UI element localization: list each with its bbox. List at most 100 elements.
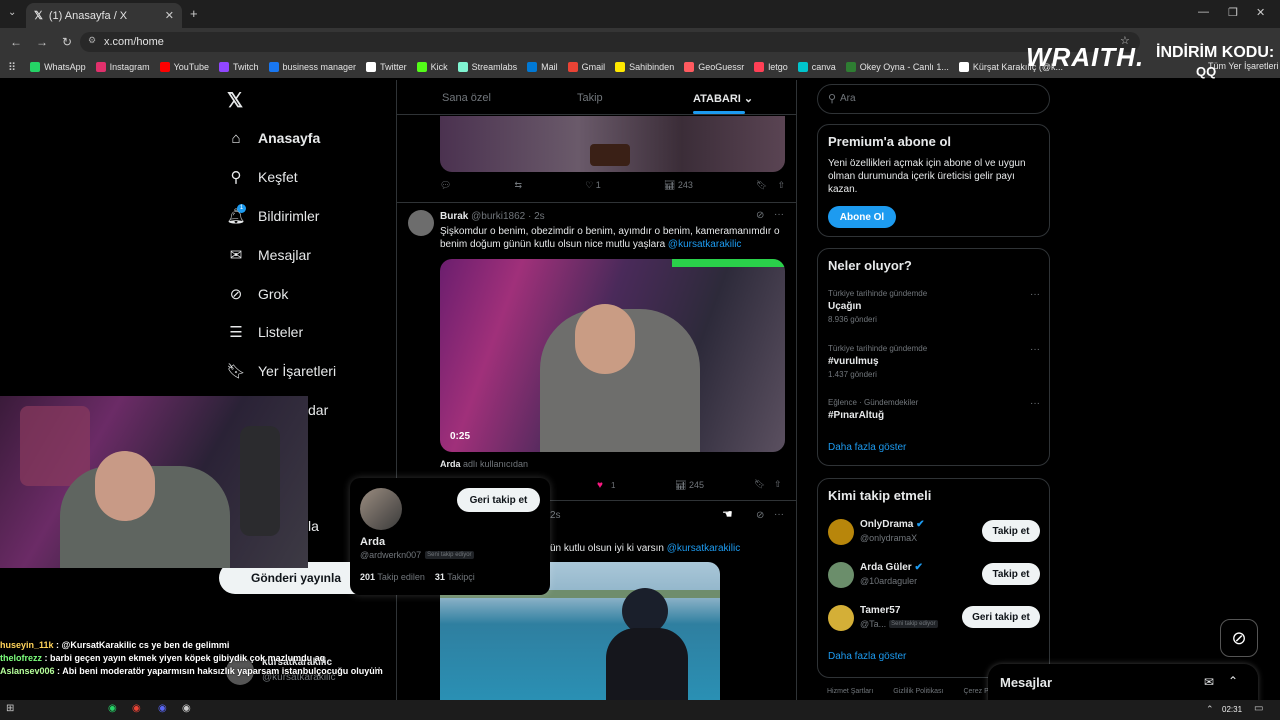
share-icon[interactable]: ⇧ [774,479,782,490]
tab-for-you[interactable]: Sana özel [442,92,491,104]
messages-drawer[interactable]: Mesajlar ✉ ⌃ [988,664,1258,704]
discord-taskbar-icon[interactable]: ◉ [158,703,167,714]
subscribe-button[interactable]: Abone Ol [828,206,896,228]
bookmark-item[interactable]: WhatsApp [30,62,86,72]
whatsapp-taskbar-icon[interactable]: ◉ [108,703,117,714]
bookmark-item[interactable]: business manager [268,62,356,72]
tab-close-icon[interactable]: ✕ [165,9,174,22]
new-message-icon[interactable]: ✉ [1204,675,1214,689]
browser-tab[interactable]: 𝕏 (1) Anasayfa / X ✕ [26,3,182,28]
bookmark-item[interactable]: Mail [527,62,558,72]
forward-icon[interactable]: → [36,35,48,49]
bookmark-item[interactable]: Gmail [567,62,605,72]
suggestion-avatar[interactable] [828,562,854,588]
popup-avatar[interactable] [360,488,402,530]
views-count[interactable]: 📊︎ 243 [664,180,693,191]
grok-tweet-icon[interactable]: ⊘ [756,510,764,521]
nav-item[interactable]: 🔖︎ Yer İşaretleri [226,361,336,381]
suggestion-name[interactable]: Arda Güler ✔ [860,562,923,573]
tab-following[interactable]: Takip [577,92,603,104]
minimize-icon[interactable]: — [1198,6,1209,18]
tray-arrow-icon[interactable]: ⌃ [1206,704,1214,715]
tweet-media-image[interactable] [440,116,785,172]
apps-grid-icon[interactable]: ⠿ [8,61,16,74]
obs-taskbar-icon[interactable]: ◉ [182,703,191,714]
tweet-author-name[interactable]: Burak [440,211,468,222]
grok-float-icon[interactable]: ⊘ [1220,619,1258,657]
search-box[interactable]: ⚲ Ara [817,84,1050,114]
new-tab-icon[interactable]: + [190,6,198,21]
popup-handle[interactable]: @ardwerkn007 [360,550,421,560]
trend-more-icon[interactable]: ··· [1030,344,1040,355]
follow-show-more[interactable]: Daha fazla göster [828,651,906,662]
bookmark-item[interactable]: letgo [754,62,788,72]
bookmark-item[interactable]: Twitter [366,62,407,72]
tab-atabari[interactable]: ATABARI ⌄ [693,92,753,105]
trend-more-icon[interactable]: ··· [1030,289,1040,300]
tweet-time[interactable]: 2s [550,510,561,521]
suggestion-avatar[interactable] [828,605,854,631]
clock[interactable]: 02:31 [1222,705,1242,714]
nav-item[interactable]: ⌂ Anasayfa [226,128,320,148]
followers-count[interactable]: 31 [435,572,445,582]
nav-item[interactable]: ☰ Listeler [226,322,303,342]
tweet-more-icon[interactable]: ··· [774,209,784,220]
follow-suggestion[interactable]: Tamer57 @Ta... Seni takip ediyor Geri takip… [828,603,1040,633]
suggestion-avatar[interactable] [828,519,854,545]
follow-suggestion[interactable]: OnlyDrama ✔ @onlydramaX Takip et [828,517,1040,547]
tweet-mention-link[interactable]: @kursatkarakilic [667,543,741,554]
share-icon[interactable]: ⇧ [777,180,785,190]
bookmark-item[interactable]: Okey Oyna - Canlı 1... [845,62,949,72]
notification-center-icon[interactable]: ▭ [1254,703,1263,714]
suggestion-name[interactable]: Tamer57 [860,605,900,616]
like-button[interactable]: ♡ 1 [585,180,601,191]
bookmark-item[interactable]: Sahibinden [615,62,674,72]
bookmark-item[interactable]: Streamlabs [457,62,517,72]
trend-item[interactable]: Türkiye tarihinde gündemde Uçağın 8.936 gö… [828,289,1040,324]
tab-search-icon[interactable]: ⌄ [8,7,16,18]
tweet-mention-link[interactable]: @kursatkarakilic [668,239,742,250]
url-bar[interactable]: ⚙ x.com/home ☆ [80,32,1140,52]
bookmark-item[interactable]: canva [797,62,836,72]
following-count[interactable]: 201 [360,572,375,582]
trend-item[interactable]: Eğlence · Gündemdekiler #PınarAltuğ ··· [828,398,1040,424]
x-logo-icon[interactable]: 𝕏 [227,88,243,113]
follow-button[interactable]: Takip et [982,520,1040,542]
nav-item[interactable]: ✉ Mesajlar [226,245,311,265]
expand-icon[interactable]: ⌃ [1228,674,1238,688]
liked-heart-icon[interactable]: ♥ [597,480,603,491]
trend-more-icon[interactable]: ··· [1030,398,1040,409]
chrome-taskbar-icon[interactable]: ◉ [132,703,141,714]
trend-item[interactable]: Türkiye tarihinde gündemde #vurulmuş 1.437… [828,344,1040,379]
reload-icon[interactable]: ↻ [62,35,72,49]
views-count[interactable]: 📊︎ 245 [675,480,704,491]
nav-item[interactable]: ⚲ Keşfet [226,167,298,187]
nav-item[interactable]: ⊘ Grok [226,284,289,304]
grok-tweet-icon[interactable]: ⊘ [756,210,764,221]
retweet-icon[interactable]: ⇆ [515,180,523,191]
bookmark-item[interactable]: YouTube [159,62,209,72]
follow-back-button[interactable]: Geri takip et [457,488,540,512]
trends-show-more[interactable]: Daha fazla göster [828,442,906,453]
suggestion-name[interactable]: OnlyDrama ✔ [860,519,925,530]
bookmark-icon[interactable]: 🔖︎ [756,180,767,190]
bookmark-item[interactable]: Twitch [219,62,259,72]
bookmark-item[interactable]: Kick [416,62,448,72]
tweet-author-avatar[interactable] [408,210,434,236]
start-icon[interactable]: ⊞ [6,703,14,714]
follow-suggestion[interactable]: Arda Güler ✔ @10ardaguler Takip et [828,560,1040,590]
bookmark-item[interactable]: Instagram [95,62,150,72]
tweet-author-handle[interactable]: @burki1862 · 2s [471,211,545,222]
popup-name[interactable]: Arda [360,536,385,548]
site-info-icon[interactable]: ⚙ [88,35,96,46]
maximize-icon[interactable]: ❐ [1228,6,1238,19]
follow-button[interactable]: Geri takip et [962,606,1040,628]
tweet-more-icon[interactable]: ··· [774,509,784,520]
window-close-icon[interactable]: ✕ [1256,6,1265,19]
back-icon[interactable]: ← [10,35,22,49]
tweet-video[interactable]: 0:25 [440,259,785,452]
bookmark-item[interactable]: GeoGuessr [684,62,744,72]
reply-icon[interactable]: 💬︎ [440,180,451,191]
footer-link[interactable]: Gizlilik Politikası [893,688,943,695]
footer-link[interactable]: Hizmet Şartları [827,688,873,695]
